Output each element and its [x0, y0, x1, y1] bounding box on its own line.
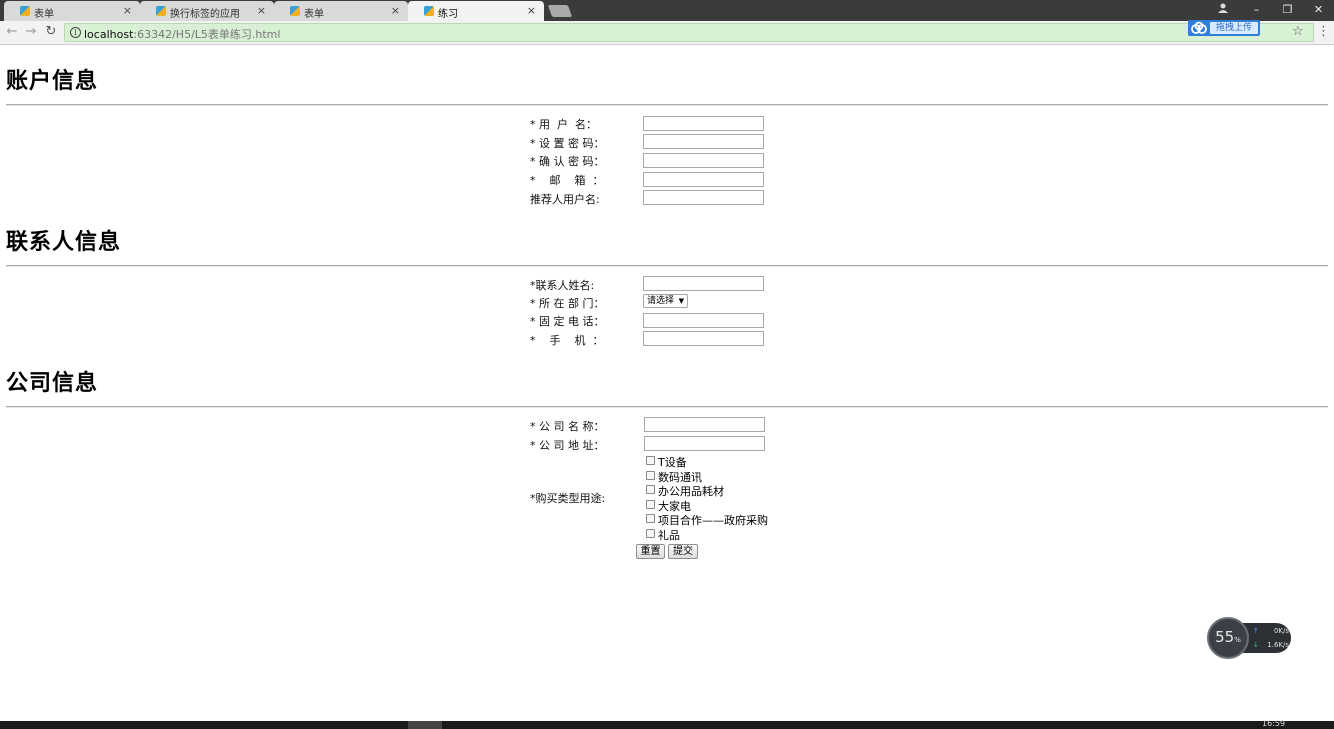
page-favicon-icon — [424, 6, 434, 16]
bookmark-star-icon[interactable]: ☆ — [1292, 24, 1304, 39]
menu-kebab-icon[interactable]: ⋮ — [1317, 24, 1330, 39]
profile-icon[interactable] — [1216, 2, 1230, 14]
department-select[interactable]: 请选择 ▼ — [643, 294, 688, 308]
drag-upload-widget[interactable]: 拖拽上传 — [1188, 20, 1260, 36]
confirm-password-input[interactable] — [643, 153, 764, 168]
checkbox-label: T设备 — [658, 456, 687, 469]
arrow-right-icon: → — [25, 24, 37, 39]
reload-icon: ↻ — [45, 24, 57, 39]
section-divider — [6, 104, 1328, 106]
url-host: localhost — [84, 28, 134, 41]
tab-title: 表单 — [304, 9, 324, 20]
tab-1[interactable]: 表单 × — [4, 1, 140, 21]
taskbar-clock: 16:59 — [1262, 719, 1286, 728]
section-divider — [6, 406, 1328, 408]
download-speed: 1.6K/s — [1267, 641, 1289, 649]
info-icon[interactable]: i — [70, 27, 81, 38]
checkbox[interactable] — [646, 500, 655, 509]
purchase-purpose-label: *购买类型用途: — [530, 492, 606, 505]
tab-close-icon[interactable]: × — [123, 4, 132, 17]
upload-label: 拖拽上传 — [1210, 22, 1258, 34]
window-controls: – ❐ ✕ — [1241, 0, 1334, 21]
upload-speed: 0K/s — [1273, 627, 1289, 635]
submit-button[interactable]: 提交 — [668, 544, 698, 559]
tab-title: 换行标签的应用 — [170, 9, 240, 20]
contact-section-title: 联系人信息 — [6, 230, 122, 255]
page-content: 账户信息 * 用 户 名： * 设 置 密 码： * 确 认 密 码： * 邮 … — [0, 46, 1334, 721]
tab-2[interactable]: 换行标签的应用 × — [140, 1, 274, 21]
password-label: * 设 置 密 码： — [530, 137, 605, 150]
checkbox-label: 办公用品耗材 — [658, 485, 724, 498]
section-divider — [6, 265, 1328, 267]
restore-button[interactable]: ❐ — [1272, 0, 1303, 21]
back-button[interactable]: ← — [5, 25, 19, 39]
checkbox[interactable] — [646, 485, 655, 494]
checkbox-label: 礼品 — [658, 529, 680, 542]
mobile-label: * 手 机 ： — [530, 334, 604, 347]
checkbox[interactable] — [646, 471, 655, 480]
referrer-input[interactable] — [643, 190, 764, 205]
browser-toolbar: ← → ↻ i localhost:63342/H5/L5表单练习.html ☆… — [0, 21, 1334, 45]
company-address-input[interactable] — [644, 436, 765, 451]
department-selected-value: 请选择 — [647, 296, 675, 306]
taskbar: 16:59 — [0, 719, 1334, 729]
network-speed-widget[interactable]: 55% ↑ ↓ 0K/s 1.6K/s — [1207, 617, 1291, 659]
reset-button[interactable]: 重置 — [636, 544, 665, 559]
tab-close-icon[interactable]: × — [527, 4, 536, 17]
memory-usage-percent: 55% — [1207, 628, 1249, 646]
percent-value: 55 — [1215, 628, 1235, 646]
page-favicon-icon — [290, 6, 300, 16]
tab-close-icon[interactable]: × — [391, 4, 400, 17]
department-label: * 所 在 部 门： — [530, 297, 605, 310]
reload-button[interactable]: ↻ — [44, 25, 58, 39]
page-favicon-icon — [156, 6, 166, 16]
contact-name-input[interactable] — [643, 276, 764, 291]
landline-input[interactable] — [643, 313, 764, 328]
mobile-input[interactable] — [643, 331, 764, 346]
company-section-title: 公司信息 — [6, 371, 99, 396]
referrer-label: 推荐人用户名: — [530, 193, 600, 206]
tab-3[interactable]: 表单 × — [274, 1, 408, 21]
checkbox[interactable] — [646, 456, 655, 465]
checkbox[interactable] — [646, 529, 655, 538]
forward-button[interactable]: → — [24, 25, 38, 39]
tab-strip: 表单 × 换行标签的应用 × 表单 × 练习 × – ❐ ✕ — [0, 0, 1334, 21]
close-window-button[interactable]: ✕ — [1303, 0, 1334, 21]
page-favicon-icon — [20, 6, 30, 16]
address-bar[interactable]: i localhost:63342/H5/L5表单练习.html — [64, 23, 1314, 42]
email-input[interactable] — [643, 172, 764, 187]
confirm-password-label: * 确 认 密 码： — [530, 155, 605, 168]
password-input[interactable] — [643, 134, 764, 149]
dropdown-arrow-icon: ▼ — [678, 297, 684, 305]
account-section-title: 账户信息 — [6, 69, 99, 94]
minimize-button[interactable]: – — [1241, 0, 1272, 21]
cloud-icon — [1191, 21, 1207, 34]
company-name-label: * 公 司 名 称： — [530, 420, 605, 433]
landline-label: * 固 定 电 话： — [530, 315, 605, 328]
tab-title: 练习 — [438, 9, 458, 20]
url-text: localhost:63342/H5/L5表单练习.html — [84, 26, 280, 42]
checkbox[interactable] — [646, 514, 655, 523]
checkbox-label: 项目合作——政府采购 — [658, 514, 768, 527]
username-input[interactable] — [643, 116, 764, 131]
company-address-label: * 公 司 地 址： — [530, 439, 605, 452]
arrow-left-icon: ← — [6, 24, 18, 39]
tab-4-active[interactable]: 练习 × — [408, 1, 544, 21]
company-name-input[interactable] — [644, 417, 765, 432]
tab-close-icon[interactable]: × — [257, 4, 266, 17]
email-label: * 邮 箱 ： — [530, 174, 604, 187]
contact-name-label: *联系人姓名: — [530, 279, 595, 292]
url-path: :63342/H5/L5表单练习.html — [133, 28, 281, 41]
taskbar-active-app[interactable] — [408, 721, 442, 729]
username-label: * 用 户 名： — [530, 118, 597, 131]
new-tab-button[interactable] — [547, 5, 573, 17]
tab-title: 表单 — [34, 9, 54, 20]
percent-unit: % — [1234, 636, 1241, 644]
